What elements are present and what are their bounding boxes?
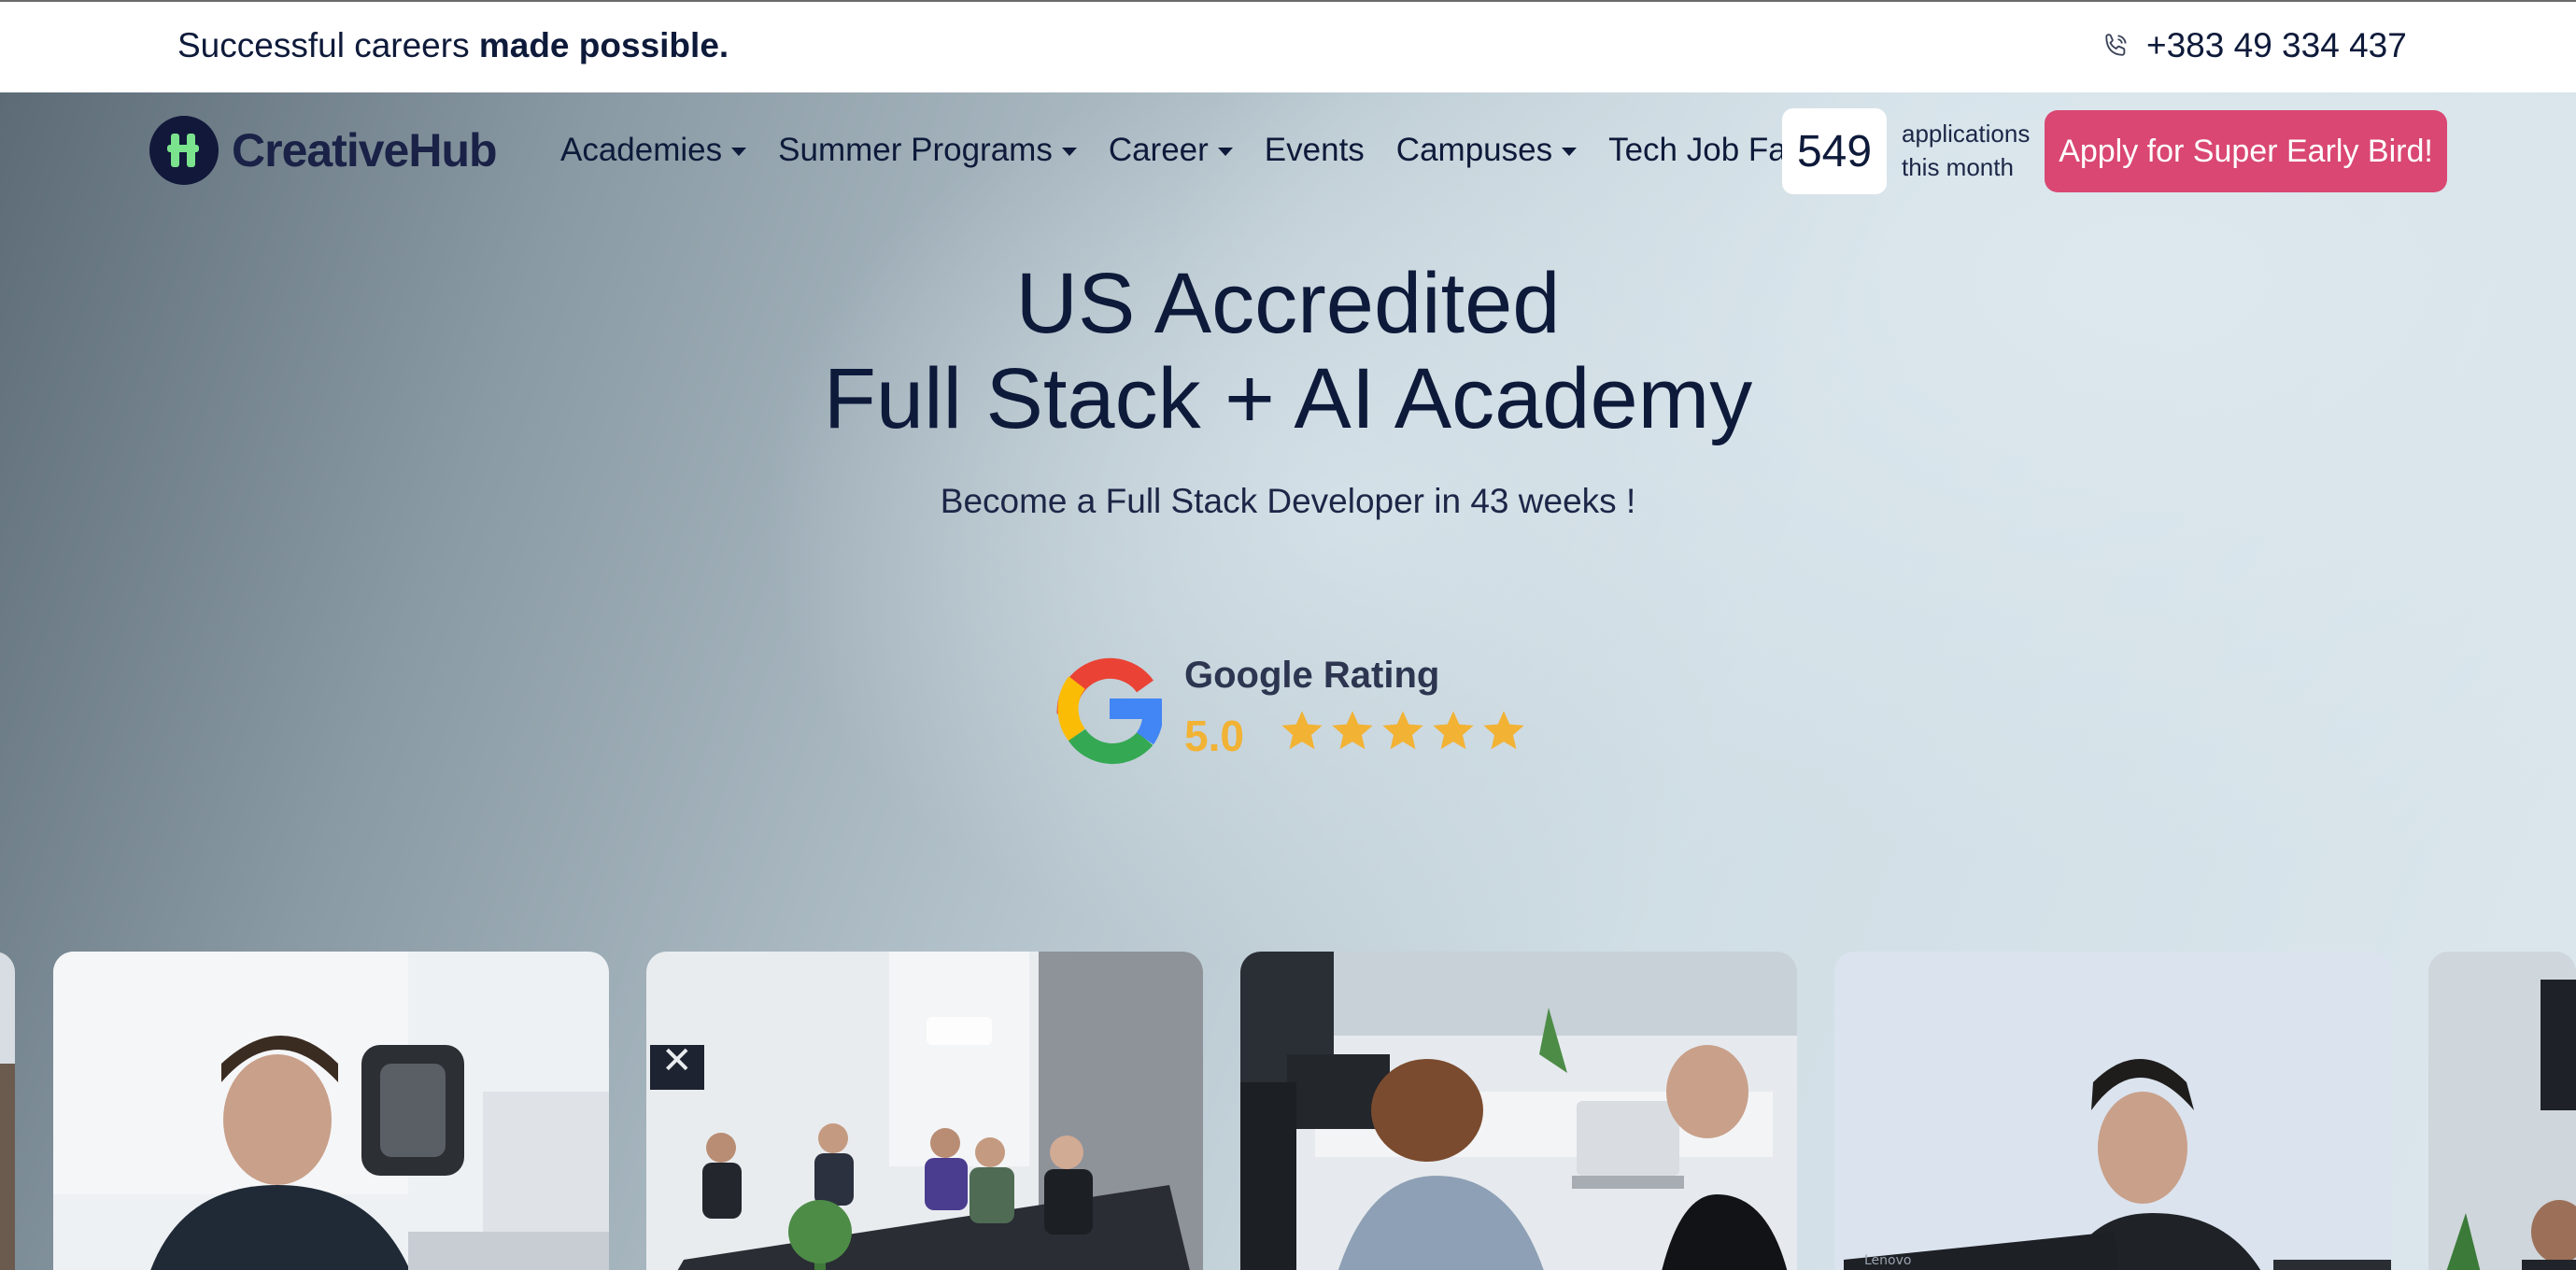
star-icon [1281, 711, 1323, 750]
phone-icon [2105, 34, 2127, 56]
apply-super-early-bird-button[interactable]: Apply for Super Early Bird! [2045, 110, 2447, 192]
logo-text: CreativeHub [232, 124, 498, 176]
hero-section: CreativeHub Academies Summer Programs Ca… [0, 92, 2576, 1270]
applications-label-line1: applications [1902, 120, 2031, 148]
photo-developer-at-desk[interactable] [53, 952, 609, 1270]
nav-label: Summer Programs [778, 132, 1053, 168]
rating-title: Google Rating [1184, 655, 1440, 696]
chevron-down-icon [1562, 147, 1578, 156]
rating-stars [1278, 707, 1528, 755]
phone-number: +383 49 334 437 [2146, 26, 2407, 64]
top-bar: Successful careers made possible. +383 4… [0, 0, 2576, 92]
nav-label: Tech Job Fair [1608, 132, 1805, 168]
nav-label: Academies [560, 132, 723, 168]
photo-meeting-room[interactable]: ✕ [646, 952, 1203, 1270]
nav-item-summer-programs[interactable]: Summer Programs [778, 132, 1077, 169]
tagline-regular: Successful careers [177, 26, 470, 64]
nav-item-career[interactable]: Career [1109, 132, 1233, 169]
photo-student-thinking[interactable]: Lenovo [1834, 952, 2391, 1270]
nav-item-academies[interactable]: Academies [560, 132, 747, 169]
star-icon [1433, 711, 1474, 750]
photo-edge-left[interactable] [0, 952, 15, 1270]
rating-score: 5.0 [1184, 712, 1244, 760]
nav-label: Events [1264, 132, 1365, 168]
svg-text:Lenovo: Lenovo [1864, 1253, 1911, 1268]
hero-subtitle: Become a Full Stack Developer in 43 week… [940, 482, 1636, 520]
applications-label-line2: this month [1902, 153, 2014, 181]
star-icon [1332, 711, 1373, 750]
main-nav: Academies Summer Programs Career Events … [560, 130, 1805, 171]
applications-label: applications this month [1902, 117, 2030, 184]
photo-team-coding[interactable] [1240, 952, 1797, 1270]
chevron-down-icon [731, 147, 747, 156]
hero-title: US Accredited Full Stack + AI Academy [0, 256, 2576, 446]
hero-title-line2: Full Stack + AI Academy [823, 351, 1753, 446]
applications-counter: 549 [1782, 108, 1887, 194]
nav-item-tech-job-fair[interactable]: Tech Job Fair [1608, 132, 1805, 169]
logo[interactable]: CreativeHub [149, 115, 498, 186]
svg-text:✕: ✕ [661, 1039, 693, 1082]
google-g-icon [1056, 657, 1162, 765]
nav-label: Campuses [1395, 132, 1553, 168]
google-rating: Google Rating 5.0 [1054, 645, 1530, 776]
tagline-bold: made possible. [478, 26, 729, 64]
logo-mark-icon [149, 116, 219, 185]
tagline: Successful careers made possible. [177, 26, 729, 65]
nav-item-campuses[interactable]: Campuses [1395, 132, 1578, 169]
phone-link[interactable]: +383 49 334 437 [2102, 26, 2407, 65]
nav-item-events[interactable]: Events [1265, 132, 1365, 169]
chevron-down-icon [1217, 147, 1233, 156]
photo-edge-right[interactable] [2428, 952, 2576, 1270]
chevron-down-icon [1061, 147, 1077, 156]
star-icon [1483, 711, 1524, 750]
hero-title-line1: US Accredited [1015, 256, 1561, 351]
star-icon [1382, 711, 1423, 750]
nav-label: Career [1108, 132, 1209, 168]
